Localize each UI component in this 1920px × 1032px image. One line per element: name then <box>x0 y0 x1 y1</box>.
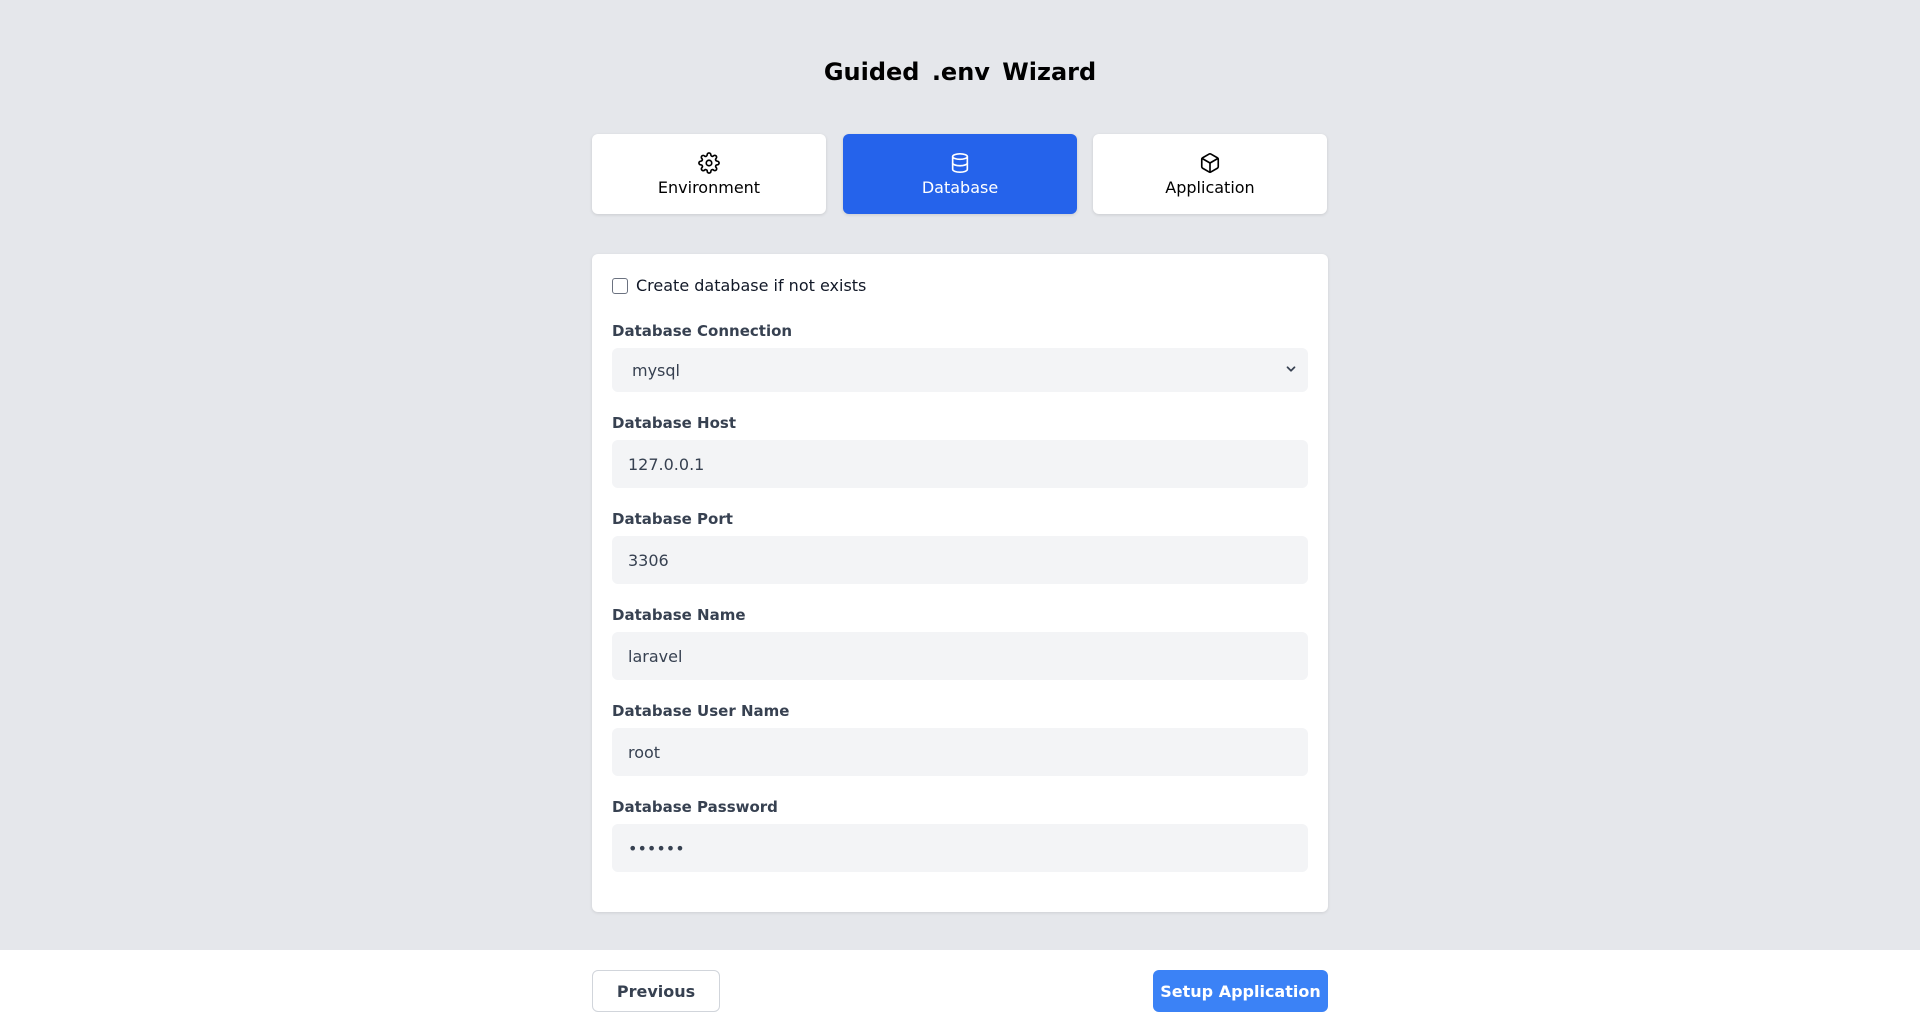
database-connection-label: Database Connection <box>612 322 793 340</box>
database-port-input[interactable]: 3306 <box>612 536 1308 584</box>
page-title: Guided .env Wizard <box>823 58 1097 86</box>
create-database-checkbox[interactable] <box>612 277 628 294</box>
database-host-value: 127.0.0.1 <box>628 454 705 474</box>
create-database-option: Create database if not exists <box>612 276 866 295</box>
cube-icon <box>1199 152 1221 174</box>
database-host-label: Database Host <box>612 414 737 432</box>
tab-application[interactable]: Application <box>1093 134 1327 214</box>
database-port-label: Database Port <box>612 510 733 528</box>
tab-environment-label: Environment <box>657 177 761 197</box>
database-icon <box>949 152 971 174</box>
database-form-card: Create database if not exists Database C… <box>592 254 1328 912</box>
database-connection-value: mysql <box>632 360 680 380</box>
database-name-input[interactable]: laravel <box>612 632 1308 680</box>
chevron-down-icon <box>1284 362 1298 376</box>
database-host-input[interactable]: 127.0.0.1 <box>612 440 1308 488</box>
database-port-value: 3306 <box>628 550 669 570</box>
setup-application-button[interactable]: Setup Application <box>1153 970 1328 1012</box>
database-name-value: laravel <box>628 646 683 666</box>
tab-database[interactable]: Database <box>843 134 1077 214</box>
database-password-value: •••••• <box>628 838 685 858</box>
tab-database-label: Database <box>921 177 999 197</box>
previous-button[interactable]: Previous <box>592 970 720 1012</box>
database-username-input[interactable]: root <box>612 728 1308 776</box>
create-database-label: Create database if not exists <box>636 276 867 295</box>
gear-icon <box>698 151 720 174</box>
database-password-input[interactable]: •••••• <box>612 824 1308 872</box>
database-password-label: Database Password <box>612 798 778 816</box>
database-username-label: Database User Name <box>612 702 790 720</box>
tab-application-label: Application <box>1165 177 1255 197</box>
database-name-label: Database Name <box>612 606 746 624</box>
database-username-value: root <box>628 742 661 762</box>
database-connection-select[interactable]: mysql <box>612 348 1308 392</box>
tab-environment[interactable]: Environment <box>592 134 826 214</box>
wizard-footer: Previous Setup Application <box>0 950 1920 1032</box>
wizard-main: Guided .env Wizard Environment Database <box>0 0 1920 950</box>
